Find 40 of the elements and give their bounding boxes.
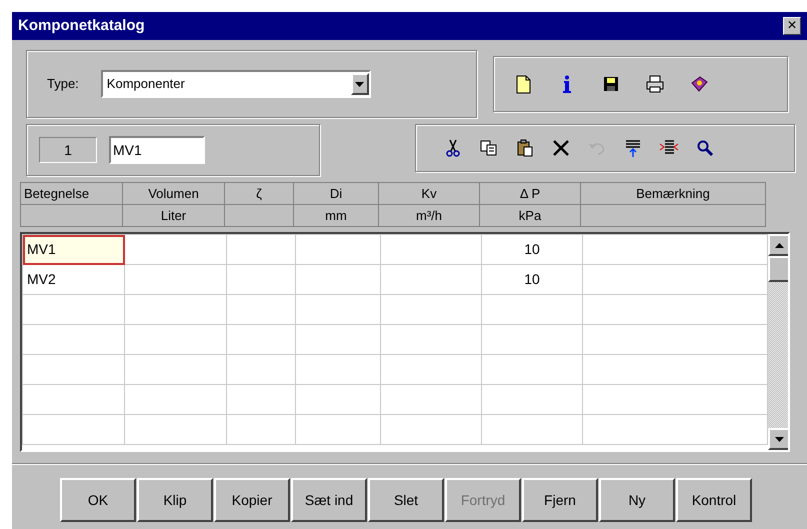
scroll-up-icon[interactable]	[768, 234, 788, 256]
column-unit: Liter	[122, 204, 224, 226]
name-field[interactable]: MV1	[109, 136, 205, 164]
dialog-button[interactable]: Klip	[137, 478, 213, 522]
column-unit: kPa	[480, 204, 580, 226]
column-unit: mm	[294, 204, 378, 226]
type-label: Type:	[47, 75, 79, 94]
scroll-thumb[interactable]	[768, 256, 788, 282]
dialog-button[interactable]: Kopier	[214, 478, 290, 522]
column-header[interactable]: Kv	[378, 182, 480, 204]
column-header[interactable]: Di	[294, 182, 378, 204]
table-cell[interactable]: MV2	[22, 264, 124, 294]
window-title: Komponetkatalog	[18, 16, 145, 36]
column-header[interactable]: Δ P	[480, 182, 580, 204]
dialog-button[interactable]: Fjern	[522, 478, 598, 522]
record-number: 1	[39, 137, 97, 163]
insert-line-icon[interactable]	[623, 138, 643, 158]
type-dropdown[interactable]: Komponenter	[100, 70, 371, 98]
column-header[interactable]: Volumen	[122, 182, 224, 204]
dialog-button[interactable]: Slet	[368, 478, 444, 522]
column-header[interactable]: Betegnelse	[20, 182, 122, 204]
dialog-button[interactable]: Sæt ind	[291, 478, 367, 522]
close-button[interactable]: ×	[783, 17, 801, 35]
table-cell[interactable]: MV1	[22, 234, 124, 264]
printer-icon[interactable]	[645, 74, 665, 94]
scroll-down-icon[interactable]	[768, 428, 788, 450]
scrollbar[interactable]	[768, 234, 788, 450]
dialog-button[interactable]: OK	[60, 478, 136, 522]
column-header[interactable]: Bemærkning	[580, 182, 766, 204]
x-icon[interactable]	[551, 138, 571, 158]
table-cell[interactable]: 10	[482, 264, 582, 294]
table-cell[interactable]: 10	[482, 234, 582, 264]
column-header[interactable]: ζ	[224, 182, 294, 204]
search-icon[interactable]	[695, 138, 715, 158]
dialog-button[interactable]: Ny	[599, 478, 675, 522]
clipboard-icon[interactable]	[515, 138, 535, 158]
copy-icon[interactable]	[479, 138, 499, 158]
dropdown-value: Komponenter	[106, 75, 185, 94]
column-unit: m³/h	[378, 204, 480, 226]
dialog-button[interactable]: Kontrol	[676, 478, 752, 522]
